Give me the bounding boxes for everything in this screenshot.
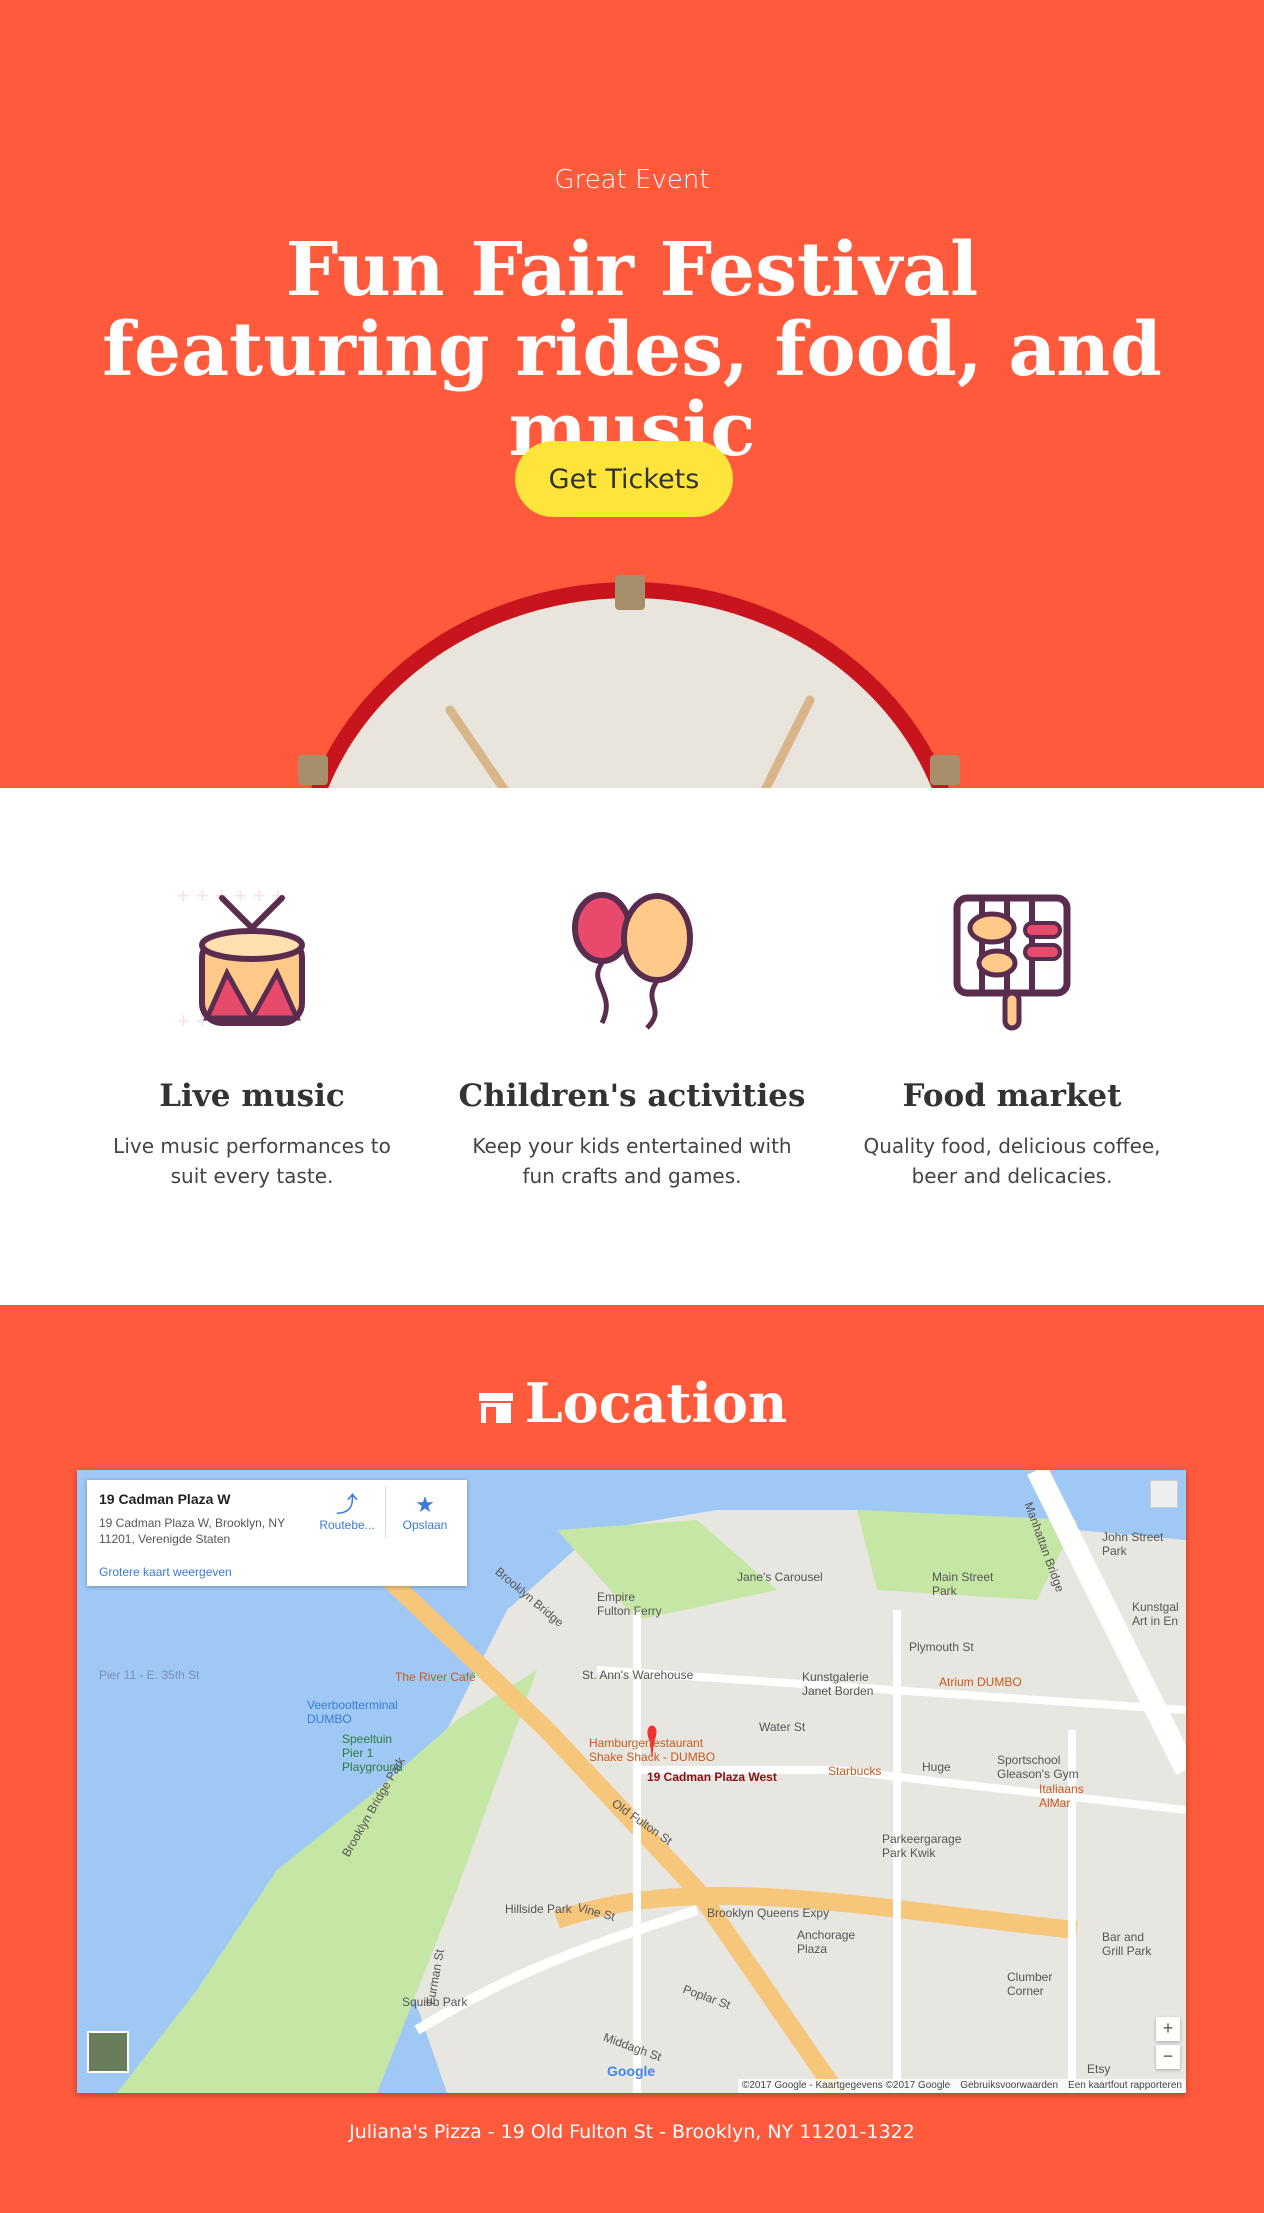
map-label: John Street Park: [1102, 1530, 1164, 1558]
feature-title: Children's activities: [458, 1078, 806, 1114]
drum-photo: [298, 575, 960, 788]
map-label: Kunstgalerie Janet Borden: [802, 1670, 874, 1698]
report-link[interactable]: Een kaartfout rapporteren: [1068, 2079, 1182, 2093]
grill-icon: [953, 894, 1071, 1031]
map-label: Etsy: [1087, 2062, 1111, 2076]
store-icon: [478, 1392, 513, 1423]
map-label: Water St: [759, 1720, 806, 1734]
map-label: Italiaans AlMar: [1039, 1782, 1084, 1810]
drum-icon: + + + + + + + + + + + +: [177, 883, 305, 1033]
map-label: Atrium DUMBO: [939, 1675, 1022, 1689]
map-embed[interactable]: Jane's Carousel Empire Fulton Ferry Broo…: [77, 1470, 1186, 2093]
map-pin-label: 19 Cadman Plaza West: [647, 1770, 777, 1784]
map-label: Anchorage Plaza: [797, 1928, 856, 1956]
map-label: Hamburgerrestaurant Shake Shack - DUMBO: [589, 1736, 716, 1764]
map-label: Brooklyn Queens Expy: [707, 1906, 830, 1920]
features-section: + + + + + + + + + + + + Live music Live …: [0, 788, 1264, 1305]
satellite-toggle[interactable]: [87, 2031, 129, 2073]
avatar[interactable]: [1150, 1480, 1178, 1508]
map-attribution: ©2017 Google - Kaartgegevens ©2017 Googl…: [737, 2079, 1186, 2093]
save-label: Opslaan: [402, 1518, 448, 1532]
map-label: St. Ann's Warehouse: [582, 1668, 694, 1682]
map-label: Bar and Grill Park: [1102, 1930, 1152, 1958]
directions-label: Routebe...: [319, 1518, 375, 1532]
map-label: Starbucks: [828, 1764, 882, 1778]
zoom-out-button[interactable]: −: [1156, 2045, 1180, 2069]
save-button[interactable]: ★ Opslaan: [390, 1492, 460, 1532]
map-label: Clumber Corner: [1007, 1970, 1053, 1998]
location-heading-text: Location: [524, 1371, 788, 1435]
feature-text: Live music performances to suit every ta…: [113, 1134, 391, 1188]
star-icon: ★: [415, 1492, 435, 1517]
map-label: Pier 11 - E. 35th St: [99, 1668, 200, 1682]
map-label: Jane's Carousel: [737, 1570, 823, 1584]
card-divider: [385, 1486, 386, 1538]
get-tickets-button[interactable]: Get Tickets: [515, 441, 733, 517]
map-label: Veerbootterminal DUMBO: [307, 1698, 398, 1726]
location-section: Location Jane's Carousel Empire Fulton F…: [0, 1305, 1264, 2213]
feature-text: Keep your kids entertained with fun craf…: [472, 1134, 792, 1188]
map-label: The River Café: [395, 1670, 476, 1684]
map-card-address: 19 Cadman Plaza W, Brooklyn, NY 11201, V…: [99, 1516, 285, 1546]
map-label: Huge: [922, 1760, 951, 1774]
hero-section: Great Event Fun Fair Festival featuring …: [0, 0, 1264, 788]
map-label: Kunstgal Art in En: [1132, 1600, 1179, 1628]
terms-link[interactable]: Gebruiksvoorwaarden: [960, 2079, 1058, 2093]
feature-text: Quality food, delicious coffee, beer and…: [863, 1134, 1161, 1188]
map-label: Sportschool Gleason's Gym: [997, 1753, 1079, 1781]
venue-address: Juliana's Pizza - 19 Old Fulton St - Bro…: [349, 2121, 915, 2143]
map-info-card: 19 Cadman Plaza W 19 Cadman Plaza W, Bro…: [87, 1480, 467, 1586]
map-label: Empire Fulton Ferry: [597, 1590, 662, 1618]
google-logo: Google: [607, 2063, 656, 2079]
map-label: Hillside Park: [505, 1902, 572, 1916]
hero-eyebrow: Great Event: [554, 165, 710, 195]
map-label: Main Street Park: [932, 1570, 994, 1598]
attribution-text: ©2017 Google - Kaartgegevens ©2017 Googl…: [741, 2080, 951, 2091]
hero-title: Fun Fair Festival featuring rides, food,…: [102, 227, 1162, 473]
directions-icon: ⤴: [335, 1492, 358, 1517]
map-label: Squibb Park: [402, 1995, 468, 2009]
feature-title: Live music: [159, 1078, 345, 1114]
map-card-title: 19 Cadman Plaza W: [99, 1491, 231, 1507]
map-label: Plymouth St: [909, 1640, 974, 1654]
location-heading: Location: [0, 1371, 1264, 1435]
feature-title: Food market: [902, 1078, 1122, 1114]
larger-map-link[interactable]: Grotere kaart weergeven: [99, 1565, 232, 1579]
zoom-in-button[interactable]: +: [1156, 2017, 1180, 2041]
directions-button[interactable]: ⤴ Routebe...: [312, 1492, 382, 1532]
map-label: Parkeergarage Park Kwik: [882, 1832, 962, 1860]
balloons-icon: [572, 892, 693, 1030]
